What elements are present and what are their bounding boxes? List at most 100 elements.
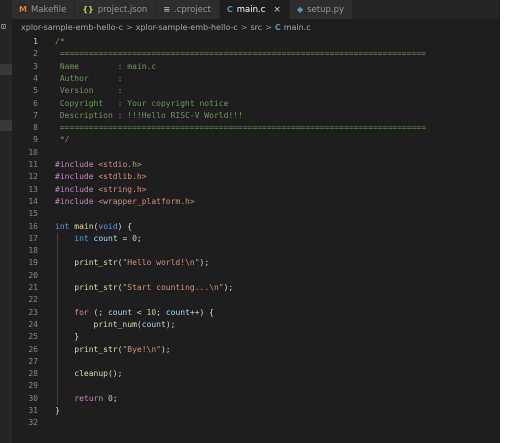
breadcrumb-separator-icon: > [240,22,248,32]
code-line[interactable]: print_str("Bye!\n"); [55,344,171,356]
line-number: 30 [28,393,38,403]
line-number: 5 [33,86,38,96]
breadcrumb-item[interactable]: xplor-sample-emb-hello-c [21,23,123,32]
breadcrumb-file[interactable]: main.c [284,23,311,32]
line-number: 7 [33,110,38,120]
line-number: 11 [28,160,38,169]
code-token: <string.h> [98,184,147,194]
code-line[interactable]: int main(void) { [55,221,132,233]
code-token: Name : main.c [55,61,157,71]
code-line[interactable]: print_num(count); [55,319,176,331]
line-number: 3 [33,61,38,71]
code-line[interactable]: } [55,405,60,417]
line-number: 29 [28,381,38,391]
code-line[interactable]: return 0; [55,393,118,405]
code-token: ) { [117,221,133,231]
breadcrumb-item[interactable]: xplor-sample-emb-hello-c [136,23,238,32]
line-number: 14 [28,196,38,206]
code-token: void [98,221,118,231]
code-token: } [55,332,80,342]
code-line[interactable]: Author : [55,73,123,85]
code-line[interactable]: #include <wrapper_platform.h> [55,196,195,208]
code-line[interactable]: print_str("Start counting...\n"); [55,282,233,294]
code-token: ); [165,319,176,329]
line-number: 19 [28,258,38,268]
line-number: 22 [28,295,38,305]
code-token: ); [223,283,234,292]
tab-project-json[interactable]: {} project.json [75,0,157,19]
line-number-gutter: 1 2 3 4 5 6 7 8 9 10 11 12 13 14 15 16 17 18 19 20 21 22 23 24 2… [12,35,42,443]
c-file-icon: C [226,5,233,14]
code-token: < [132,307,147,317]
line-number: 28 [28,369,38,379]
code-line[interactable]: for (; count < 10; count++) { [55,307,214,319]
breadcrumb-separator-icon: > [126,22,133,32]
code-line[interactable]: Version : [55,85,123,97]
code-token: print_str [74,258,118,268]
code-token: Copyright : Your copyright notice [55,98,229,108]
code-token: #include [55,172,94,182]
tab-makefile[interactable]: M Makefile [12,0,76,19]
code-line[interactable]: #include <stdio.h> [55,159,142,171]
code-line[interactable]: Copyright : Your copyright notice [55,98,229,110]
code-line[interactable]: */ [55,134,70,146]
code-token: ; [156,307,166,317]
activity-item-highlight[interactable] [0,64,12,75]
code-area[interactable]: /* =====================================… [55,35,500,443]
tab-cproject[interactable]: ≡ .cproject [156,0,220,19]
code-token: } [55,406,60,415]
line-number: 2 [33,49,38,59]
code-token: (; [88,307,108,317]
code-token: count [93,233,118,243]
line-number: 18 [28,246,38,256]
line-number: 16 [28,221,38,231]
code-line[interactable]: ========================================… [55,122,426,134]
code-token: "Bye!\n" [122,344,161,354]
code-editor[interactable]: 1 2 3 4 5 6 7 8 9 10 11 12 13 14 15 16 17 18 19 20 21 22 23 24 2… [12,35,500,443]
explorer-icon[interactable]: ⊡ [1,22,6,31]
code-line[interactable]: ========================================… [55,48,426,60]
code-line[interactable]: } [55,331,79,343]
tab-label: setup.py [307,4,344,15]
tab-label: project.json [97,4,148,15]
activity-bar: ⊡ [0,0,12,443]
makefile-icon: M [19,5,27,14]
line-number: 13 [28,184,38,194]
code-line[interactable]: #include <stdlib.h> [55,171,147,183]
code-token: ========================================… [55,49,426,59]
code-token: = [117,233,133,243]
code-line[interactable]: /* [55,36,65,48]
line-number: 10 [28,147,38,157]
line-number: 6 [33,98,38,108]
code-token: ; [112,393,118,403]
code-token: ); [160,344,171,354]
activity-item-highlight[interactable] [0,120,12,131]
line-number: 31 [28,406,38,415]
code-line[interactable]: Name : main.c [55,61,156,73]
editor-window: ⊡ M Makefile{} project.json ≡ .cproject Cmain… [0,0,500,443]
code-token: */ [55,135,70,145]
code-token: for [74,307,89,317]
code-token: #include [55,184,94,194]
editor-tab-bar: M Makefile{} project.json ≡ .cproject Cmain.c… [12,0,500,19]
code-line[interactable]: print_str("Hello world!\n"); [55,257,209,269]
code-line[interactable]: int count = 0; [55,233,141,245]
code-token: cleanup [74,369,108,379]
code-line[interactable]: Description : !!!Hello RISC-V World!!! [55,110,243,122]
code-token: (); [107,369,123,379]
tab-label: Makefile [30,4,67,15]
line-number: 9 [33,135,38,145]
code-token: Version : [55,86,123,96]
code-token: Author : [55,73,123,83]
code-line[interactable]: cleanup(); [55,368,122,380]
tab-label: main.c [236,4,266,15]
code-line[interactable]: #include <string.h> [55,184,147,196]
tab-setup-py[interactable]: ◆ setup.py [289,0,353,19]
line-number: 4 [33,73,38,83]
tab-main-c[interactable]: Cmain.c × [219,0,290,19]
code-token: ========================================… [55,123,426,133]
vertical-scrollbar[interactable] [497,35,500,443]
breadcrumb-item[interactable]: src [250,23,262,32]
close-icon[interactable]: × [273,5,281,15]
breadcrumb: xplor-sample-emb-hello-c > xplor-sample-em… [12,19,500,35]
